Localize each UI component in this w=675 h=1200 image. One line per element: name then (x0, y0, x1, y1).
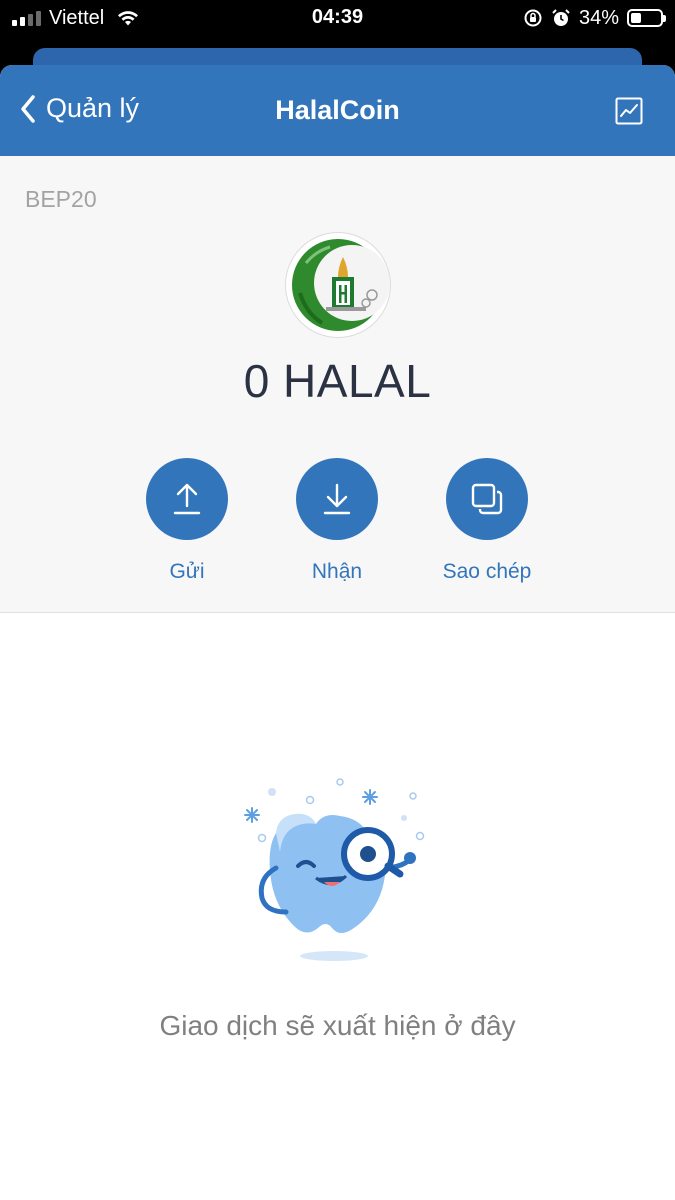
send-circle (146, 458, 228, 540)
token-header: BEP20 0 HALAL Gửi Nhận Sao chép (0, 156, 675, 613)
copy-button[interactable]: Sao chép (412, 458, 562, 584)
upload-arrow-icon (173, 483, 201, 515)
token-balance: 0 HALAL (243, 355, 432, 407)
coin-logo-art (288, 235, 390, 335)
nav-bar: Quản lý HalalCoin (0, 65, 675, 156)
copy-label: Sao chép (442, 560, 532, 583)
send-button[interactable]: Gửi (112, 458, 262, 584)
empty-state-message: Giao dịch sẽ xuất hiện ở đây (159, 1010, 516, 1041)
halalcoin-logo (286, 233, 390, 337)
receive-circle (296, 458, 378, 540)
download-arrow-icon (323, 483, 351, 515)
receive-button[interactable]: Nhận (262, 458, 412, 584)
status-bar: Viettel 04:39 34% (0, 0, 675, 44)
back-button[interactable]: Quản lý (20, 93, 139, 124)
battery-percent: 34% (578, 6, 619, 29)
alarm-icon (552, 9, 570, 26)
chevron-left-icon (21, 94, 35, 123)
back-label: Quản lý (46, 93, 140, 123)
mascot-magnifier-illustration (244, 778, 425, 961)
status-right: 34% (523, 6, 666, 30)
transactions-empty-state: Giao dịch sẽ xuất hiện ở đây (0, 613, 675, 1200)
token-detail-sheet: Quản lý HalalCoin BEP20 0 HALAL Gửi Nhận… (0, 65, 675, 1200)
receive-label: Nhận (311, 560, 363, 583)
chart-icon[interactable] (615, 97, 643, 125)
battery-icon (627, 9, 666, 27)
copy-circle (446, 458, 528, 540)
battery-fill (631, 13, 641, 23)
network-label: BEP20 (25, 186, 97, 212)
send-label: Gửi (169, 560, 205, 583)
rotation-lock-icon (524, 9, 542, 27)
copy-icon (471, 483, 503, 515)
